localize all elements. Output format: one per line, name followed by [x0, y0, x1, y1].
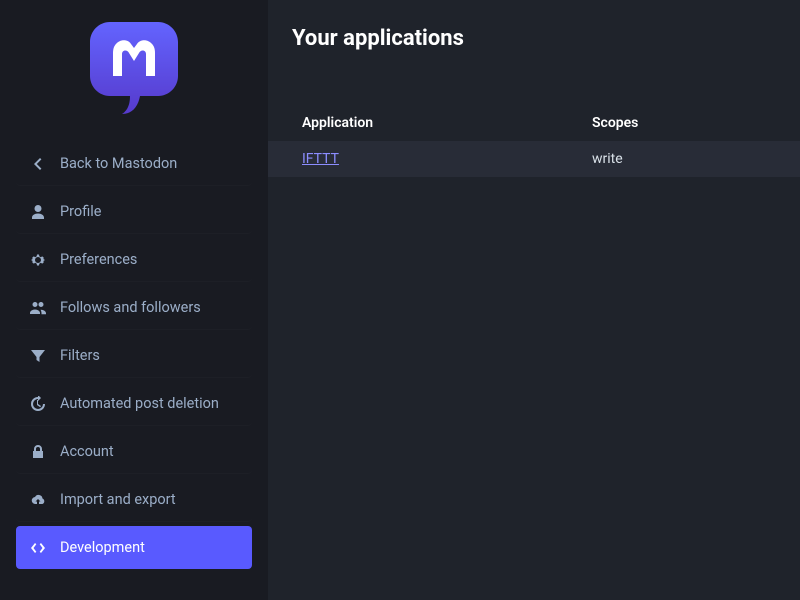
table-header-row: Application Scopes: [268, 105, 800, 141]
application-scopes: write: [592, 151, 784, 167]
sidebar-item-label: Import and export: [60, 491, 176, 508]
code-icon: [30, 540, 46, 556]
logo-area: [0, 10, 268, 142]
sidebar-item-preferences[interactable]: Preferences: [16, 238, 252, 282]
col-header-scopes: Scopes: [592, 115, 784, 131]
sidebar-item-label: Preferences: [60, 251, 137, 268]
sidebar-item-development[interactable]: Development: [16, 526, 252, 569]
sidebar-item-label: Development: [60, 539, 145, 556]
sidebar-item-import-export[interactable]: Import and export: [16, 478, 252, 522]
sidebar-item-follows[interactable]: Follows and followers: [16, 286, 252, 330]
sidebar-item-label: Follows and followers: [60, 299, 201, 316]
sidebar-item-label: Account: [60, 443, 114, 460]
cloud-icon: [30, 492, 46, 508]
sidebar-item-account[interactable]: Account: [16, 430, 252, 474]
lock-icon: [30, 444, 46, 460]
chevron-left-icon: [30, 156, 46, 172]
col-header-application: Application: [302, 115, 592, 131]
sidebar-item-auto-delete[interactable]: Automated post deletion: [16, 382, 252, 426]
sidebar-item-label: Automated post deletion: [60, 395, 219, 412]
main-content: Your applications Application Scopes IFT…: [268, 0, 800, 600]
sidebar-nav: Back to Mastodon Profile Preferences Fol…: [0, 142, 268, 569]
page-title: Your applications: [292, 26, 800, 51]
user-icon: [30, 204, 46, 220]
sidebar-item-back[interactable]: Back to Mastodon: [16, 142, 252, 186]
sidebar-item-label: Filters: [60, 347, 100, 364]
sidebar-item-label: Profile: [60, 203, 101, 220]
sidebar-item-profile[interactable]: Profile: [16, 190, 252, 234]
table-row: IFTTT write: [268, 141, 800, 177]
sidebar-item-filters[interactable]: Filters: [16, 334, 252, 378]
users-icon: [30, 300, 46, 316]
gear-icon: [30, 252, 46, 268]
filter-icon: [30, 348, 46, 364]
sidebar: Back to Mastodon Profile Preferences Fol…: [0, 0, 268, 600]
applications-table: Application Scopes IFTTT write: [268, 105, 800, 177]
history-icon: [30, 396, 46, 412]
mastodon-logo[interactable]: [90, 22, 178, 114]
application-link[interactable]: IFTTT: [302, 151, 339, 167]
sidebar-item-label: Back to Mastodon: [60, 155, 177, 172]
